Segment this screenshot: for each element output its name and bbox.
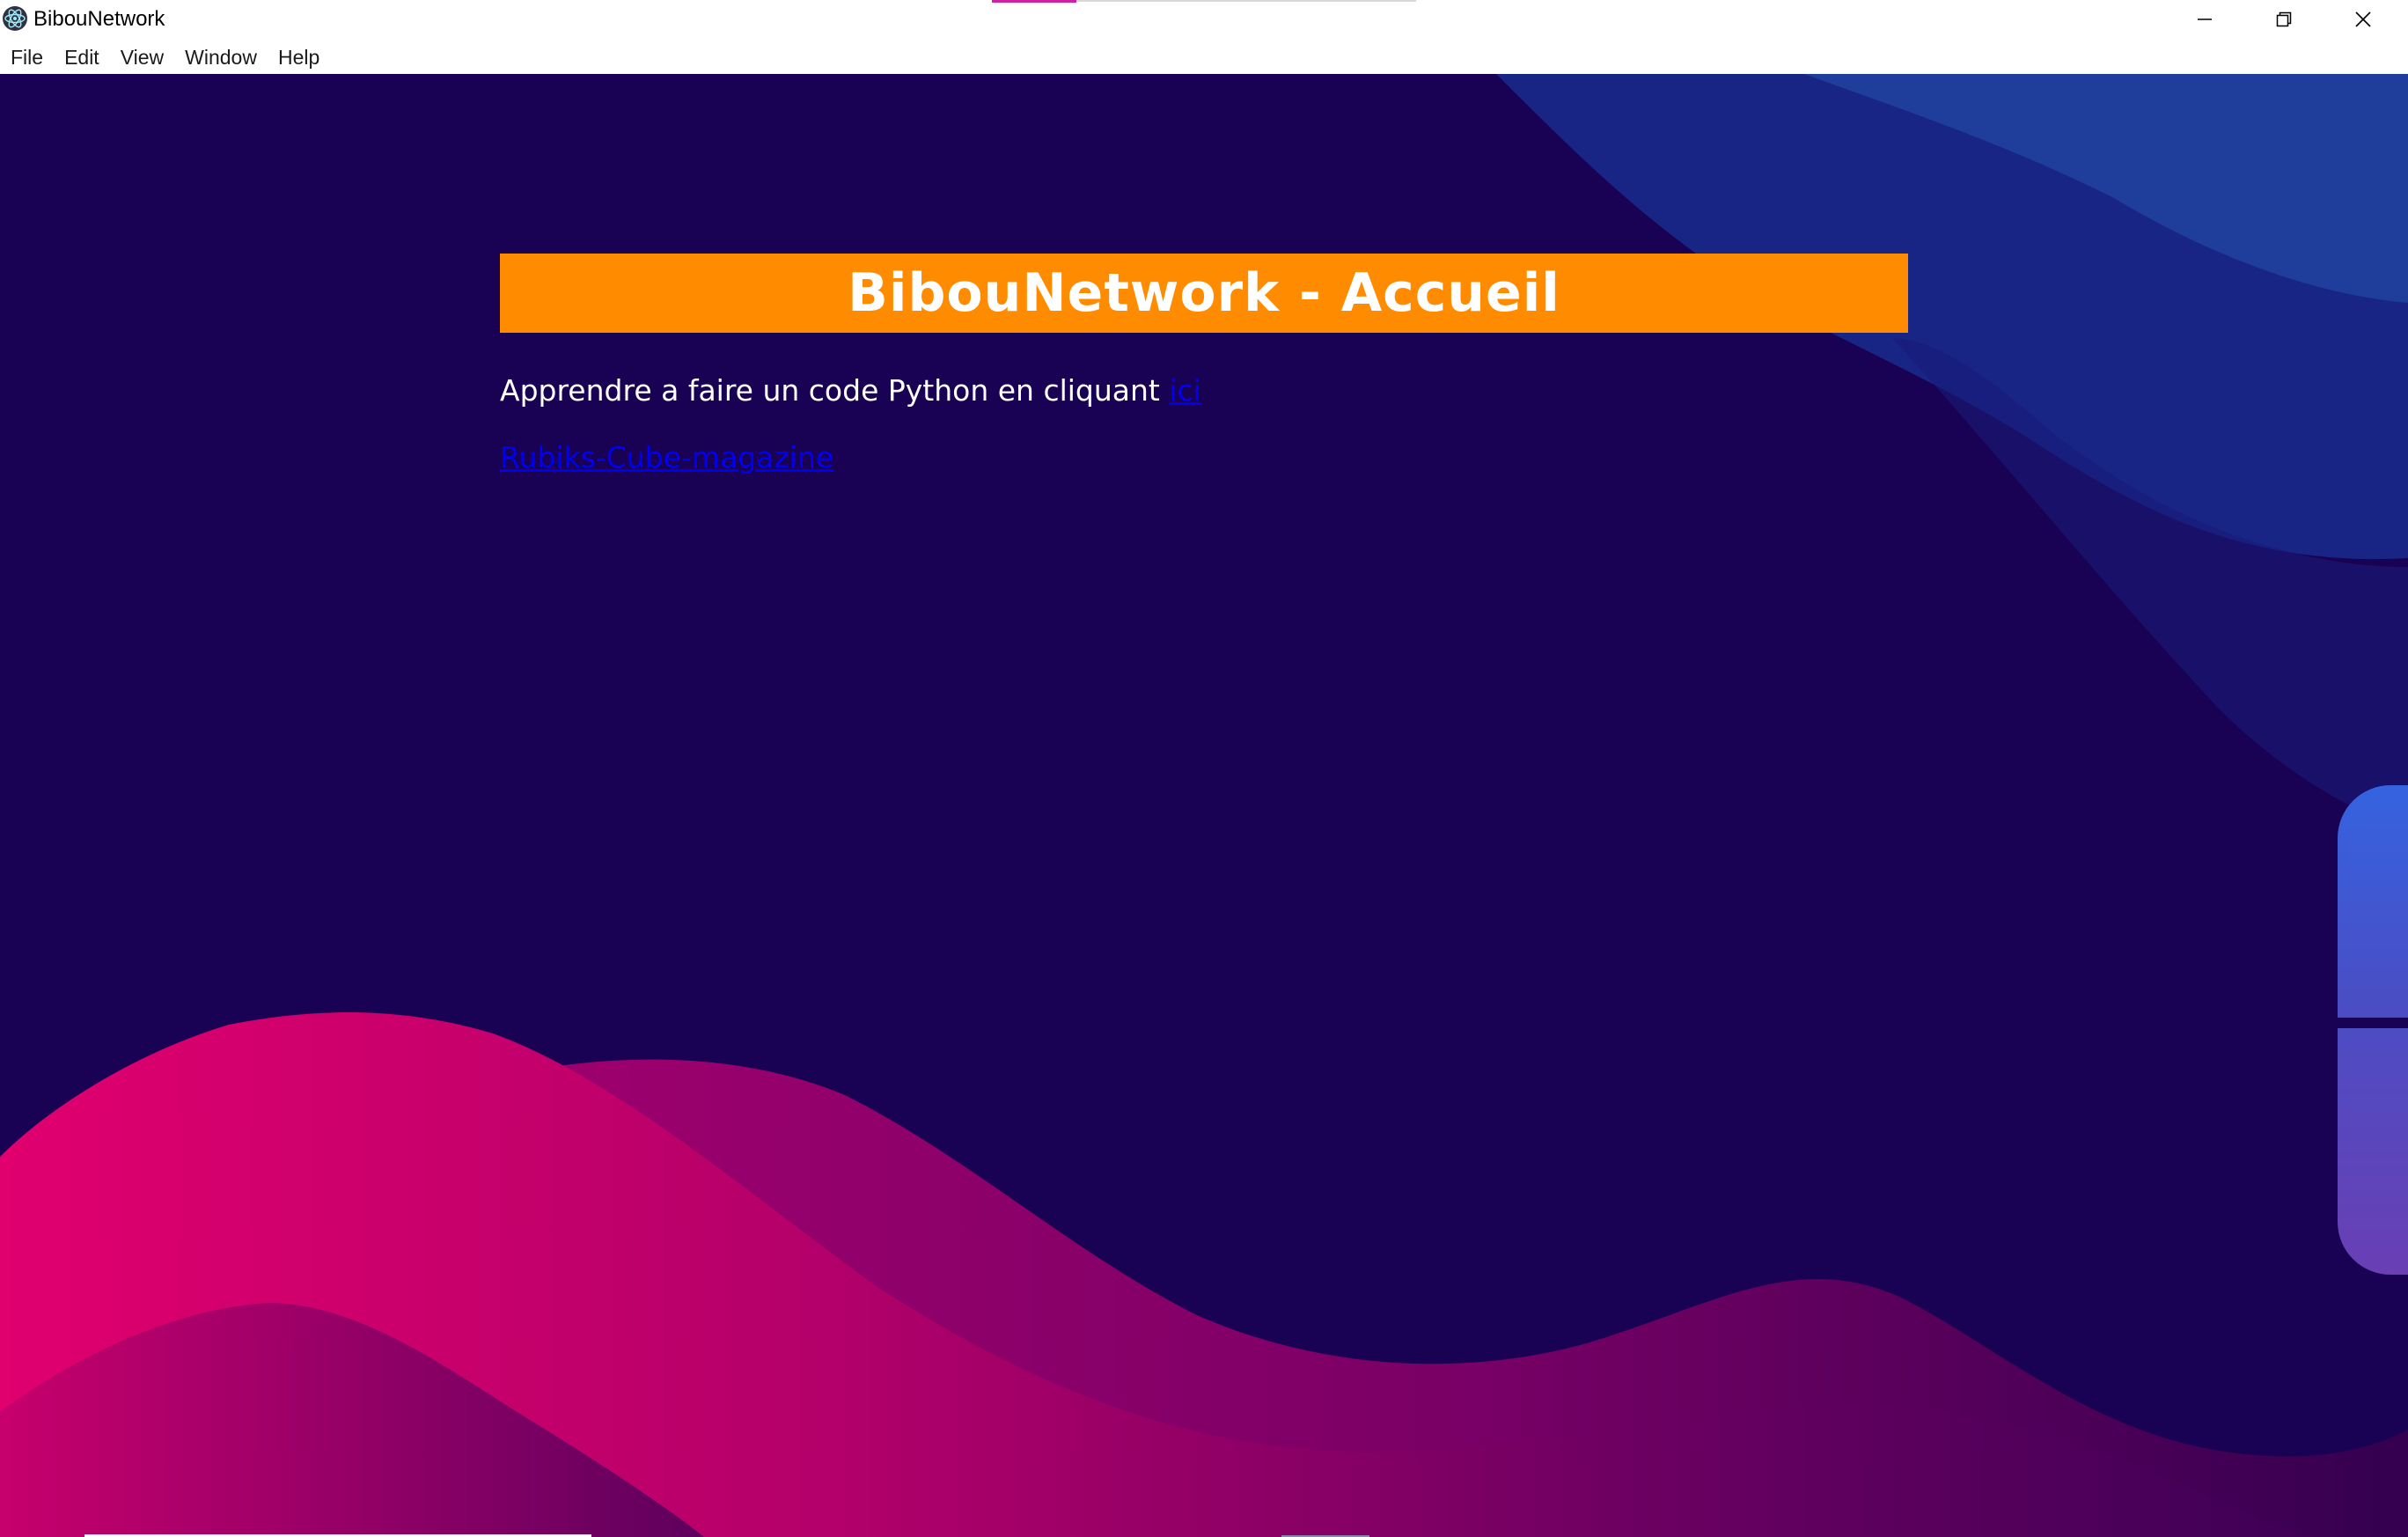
menu-window[interactable]: Window: [174, 40, 268, 74]
menu-view[interactable]: View: [110, 40, 174, 74]
rubiks-cube-magazine-link[interactable]: Rubiks-Cube-magazine: [500, 440, 833, 474]
tab-accent-track: [1076, 0, 1416, 2]
window-title: BibouNetwork: [33, 7, 165, 31]
menu-edit[interactable]: Edit: [54, 40, 110, 74]
python-code-link[interactable]: ici: [1169, 373, 1200, 408]
restore-button[interactable]: [2244, 0, 2324, 39]
menu-bar: File Edit View Window Help: [0, 40, 2408, 74]
menu-file[interactable]: File: [0, 40, 54, 74]
title-bar: BibouNetwork: [0, 0, 2408, 40]
close-icon: [2355, 11, 2371, 27]
intro-paragraph: Apprendre a faire un code Python en cliq…: [500, 371, 1201, 410]
side-panel-tab[interactable]: [2338, 785, 2408, 1275]
minimize-button[interactable]: [2165, 0, 2244, 39]
minimize-icon: [2198, 18, 2212, 20]
page-banner: BibouNetwork - Accueil: [500, 254, 1908, 333]
side-panel-divider: [2338, 1018, 2408, 1028]
close-button[interactable]: [2324, 0, 2403, 39]
magazine-paragraph: Rubiks-Cube-magazine: [500, 438, 833, 477]
electron-atom-icon: [3, 6, 27, 31]
tab-accent: [992, 0, 1076, 3]
page-title: BibouNetwork - Accueil: [848, 262, 1560, 324]
restore-icon: [2276, 11, 2292, 27]
intro-text: Apprendre a faire un code Python en cliq…: [500, 373, 1170, 408]
menu-help[interactable]: Help: [268, 40, 330, 74]
page-content: BibouNetwork - Accueil Apprendre a faire…: [0, 74, 2408, 1537]
